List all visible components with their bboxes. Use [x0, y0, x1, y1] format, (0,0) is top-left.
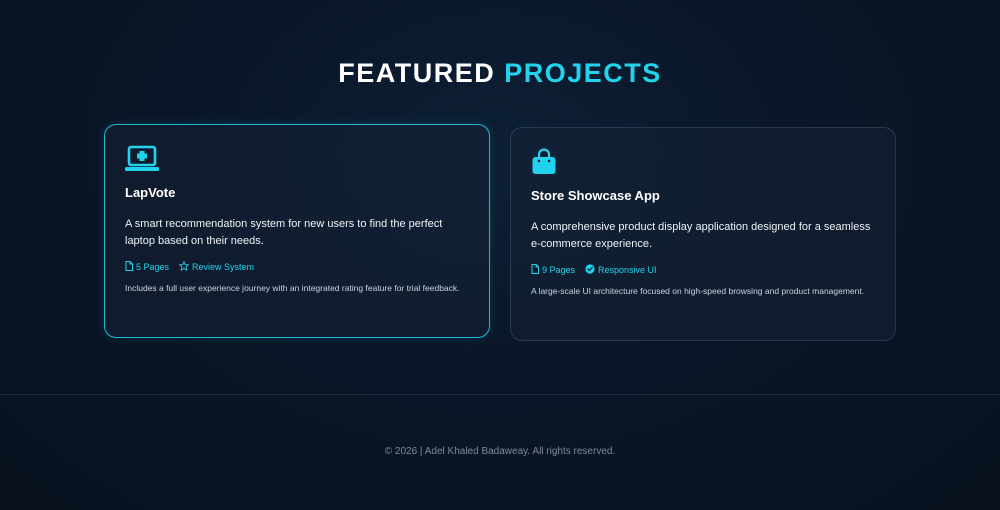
project-note: Includes a full user experience journey … — [125, 283, 460, 293]
project-tags: 9 Pages Responsive UI — [531, 264, 667, 276]
star-icon — [179, 261, 192, 273]
project-card-lapvote[interactable]: LapVote A smart recommendation system fo… — [104, 124, 490, 338]
footer-copyright: © 2026 | Adel Khaled Badaweay. All right… — [384, 446, 616, 457]
check-circle-icon — [585, 264, 598, 276]
tag-responsive-ui: Responsive UI — [585, 264, 657, 276]
project-card-store-showcase[interactable]: Store Showcase App A comprehensive produ… — [510, 127, 896, 341]
project-title: LapVote — [125, 185, 176, 200]
heading-word-featured: FEATURED — [338, 58, 496, 88]
section-heading: FEATURED PROJECTS — [0, 56, 1000, 90]
file-icon — [125, 261, 136, 273]
tag-label: 9 Pages — [542, 265, 576, 275]
tag-label: Responsive UI — [598, 265, 657, 275]
file-icon — [531, 264, 542, 276]
tag-pages: 5 Pages — [125, 261, 169, 273]
project-title: Store Showcase App — [531, 188, 660, 203]
tag-label: 5 Pages — [136, 262, 170, 272]
project-tags: 5 Pages Review System — [125, 261, 264, 273]
heading-word-projects: PROJECTS — [504, 58, 662, 88]
footer-divider — [0, 394, 1000, 395]
tag-pages: 9 Pages — [531, 264, 575, 276]
project-description: A smart recommendation system for new us… — [125, 218, 443, 247]
tag-review-system: Review System — [179, 261, 254, 273]
project-note: A large-scale UI architecture focused on… — [531, 286, 865, 296]
project-description: A comprehensive product display applicat… — [531, 221, 871, 250]
laptop-medical-icon — [125, 145, 159, 173]
shopping-bag-icon — [531, 148, 557, 176]
tag-label: Review System — [192, 262, 255, 272]
